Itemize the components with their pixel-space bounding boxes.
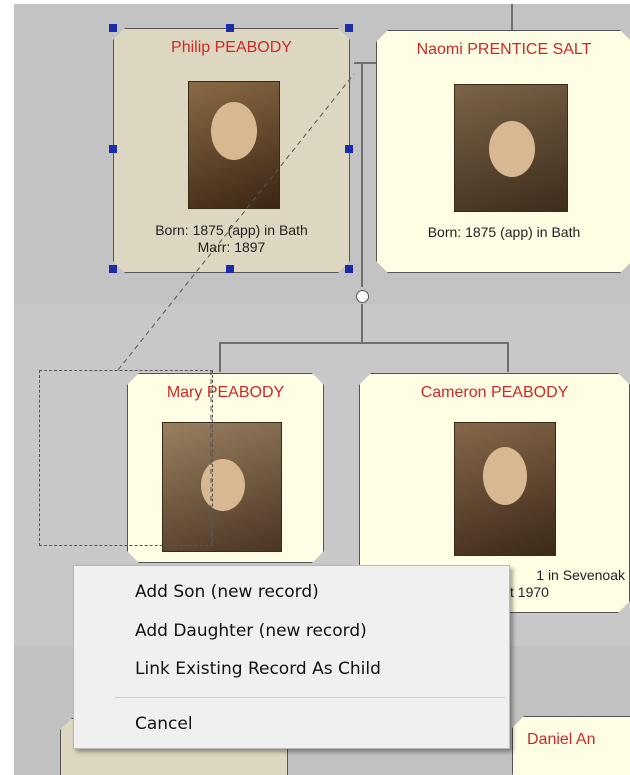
family-tree-canvas[interactable]: Philip PEABODY Born: 1875 (app) in Bath … bbox=[14, 4, 630, 775]
menu-separator bbox=[115, 697, 505, 698]
menu-cancel[interactable]: Cancel bbox=[135, 714, 193, 734]
menu-add-son[interactable]: Add Son (new record) bbox=[135, 582, 319, 602]
context-menu: Add Son (new record) Add Daughter (new r… bbox=[73, 565, 510, 749]
menu-add-daughter[interactable]: Add Daughter (new record) bbox=[135, 621, 367, 641]
menu-link-existing-child[interactable]: Link Existing Record As Child bbox=[135, 659, 381, 679]
